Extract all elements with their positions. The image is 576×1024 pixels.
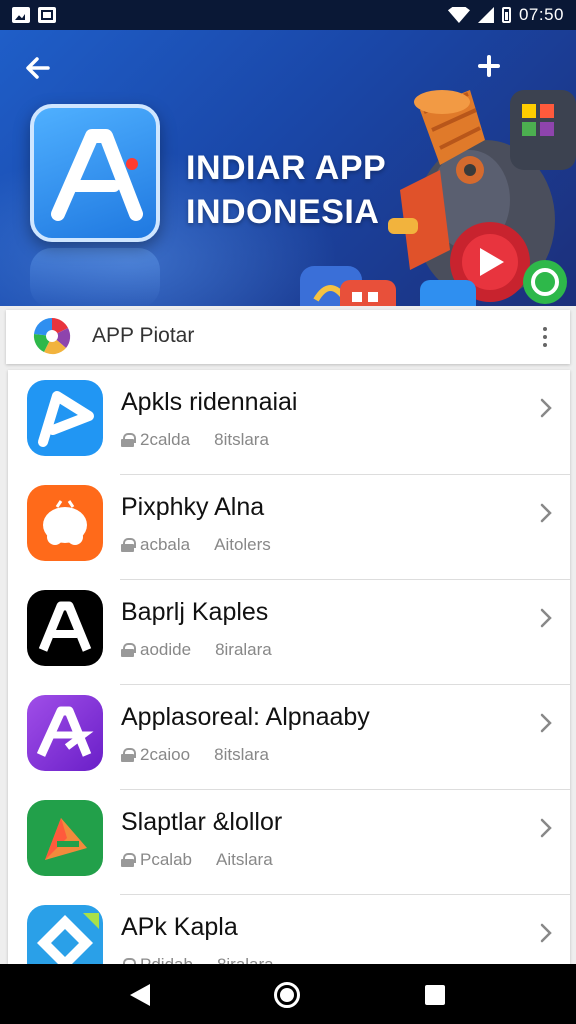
list-item[interactable]: Slaptlar &lollor Pcalab Aitslara bbox=[8, 790, 570, 895]
app-icon bbox=[27, 695, 103, 771]
list-item[interactable]: Apkls ridennaiai 2calda 8itslara bbox=[8, 370, 570, 475]
app-store-logo bbox=[30, 104, 160, 242]
app-meta: acbala Aitolers bbox=[121, 535, 271, 555]
lock-icon bbox=[121, 538, 136, 552]
app-meta-primary: 2caioo bbox=[140, 745, 191, 764]
app-meta-secondary: Aitolers bbox=[214, 535, 271, 554]
arrow-left-icon bbox=[26, 57, 50, 79]
letter-a-icon bbox=[27, 590, 103, 666]
back-button[interactable] bbox=[22, 52, 54, 84]
app-meta-primary: aodide bbox=[140, 640, 192, 659]
source-header[interactable]: APP Piotar bbox=[6, 310, 570, 364]
kebab-menu-icon[interactable] bbox=[530, 322, 560, 352]
hero-banner: INDIAR APP INDONESIA bbox=[0, 30, 576, 306]
app-name: APk Kapla bbox=[121, 913, 238, 941]
lock-icon bbox=[121, 643, 136, 657]
system-navigation-bar bbox=[0, 964, 576, 1024]
chevron-right-icon bbox=[540, 713, 552, 733]
app-meta-secondary: 8iralara bbox=[215, 640, 272, 659]
image-icon bbox=[12, 7, 30, 23]
chevron-right-icon bbox=[540, 398, 552, 418]
app-icon bbox=[27, 590, 103, 666]
app-icon bbox=[27, 800, 103, 876]
app-meta-primary: acbala bbox=[140, 535, 191, 554]
chevron-right-icon bbox=[540, 923, 552, 943]
status-time: 07:50 bbox=[518, 5, 564, 24]
letter-a-logo-icon bbox=[51, 129, 143, 221]
app-meta: 2caioo 8itslara bbox=[121, 745, 269, 765]
app-name: Baprlj Kaples bbox=[121, 598, 269, 626]
app-name: Apkls ridennaiai bbox=[121, 388, 298, 416]
chevron-right-icon bbox=[540, 818, 552, 838]
app-name: Slaptlar &lollor bbox=[121, 808, 283, 836]
list-item[interactable]: Applasoreal: Alpnaaby 2caioo 8itslara bbox=[8, 685, 570, 790]
logo-reflection bbox=[30, 248, 160, 306]
app-meta: Pdidab 8iralara bbox=[121, 955, 274, 964]
play-triangle-icon bbox=[27, 800, 103, 876]
app-meta-primary: 2calda bbox=[140, 430, 191, 449]
lock-icon bbox=[121, 748, 136, 762]
app-meta-primary: Pcalab bbox=[140, 850, 192, 869]
app-icon bbox=[27, 905, 103, 964]
lock-icon bbox=[121, 433, 136, 447]
photo-icon bbox=[38, 7, 56, 23]
chevron-right-icon bbox=[540, 608, 552, 628]
list-item[interactable]: Baprlj Kaples aodide 8iralara bbox=[8, 580, 570, 685]
app-meta: 2calda 8itslara bbox=[121, 430, 269, 450]
nav-home-icon[interactable] bbox=[274, 982, 300, 1008]
app-meta-secondary: 8itslara bbox=[214, 430, 269, 449]
chevron-right-icon bbox=[540, 503, 552, 523]
list-item[interactable]: Pixphky Alna acbala Aitolers bbox=[8, 475, 570, 580]
banner-title: INDIAR APP INDONESIA bbox=[186, 149, 386, 231]
nav-back-icon[interactable] bbox=[130, 984, 150, 1006]
status-bar: 07:50 bbox=[0, 0, 576, 30]
play-arrow-icon bbox=[27, 380, 103, 456]
pinwheel-logo-icon bbox=[33, 317, 71, 355]
app-icon bbox=[27, 485, 103, 561]
cloud-icon bbox=[27, 485, 103, 561]
signal-icon bbox=[477, 7, 494, 23]
source-label: APP Piotar bbox=[92, 324, 195, 347]
list-item[interactable]: APk Kapla Pdidab 8iralara bbox=[8, 895, 570, 964]
decorative-icons-bottom bbox=[300, 266, 476, 306]
app-icon bbox=[27, 380, 103, 456]
app-meta-secondary: Aitslara bbox=[215, 850, 273, 869]
app-meta: aodide 8iralara bbox=[121, 640, 272, 660]
app-meta-secondary: 8iralara bbox=[217, 955, 274, 964]
letter-a-icon bbox=[27, 695, 103, 771]
wifi-icon bbox=[447, 7, 470, 23]
battery-icon bbox=[501, 7, 511, 23]
app-meta-secondary: 8itslara bbox=[214, 745, 269, 764]
app-name: Applasoreal: Alpnaaby bbox=[121, 703, 370, 731]
app-list: Apkls ridennaiai 2calda 8itslara Pixphky… bbox=[8, 370, 570, 964]
lock-icon bbox=[121, 853, 136, 867]
app-meta: Pcalab Aitslara bbox=[121, 850, 273, 870]
app-name: Pixphky Alna bbox=[121, 493, 265, 521]
diamond-icon bbox=[27, 905, 103, 964]
nav-recents-icon[interactable] bbox=[425, 985, 445, 1005]
app-meta-primary: Pdidab bbox=[140, 955, 193, 964]
